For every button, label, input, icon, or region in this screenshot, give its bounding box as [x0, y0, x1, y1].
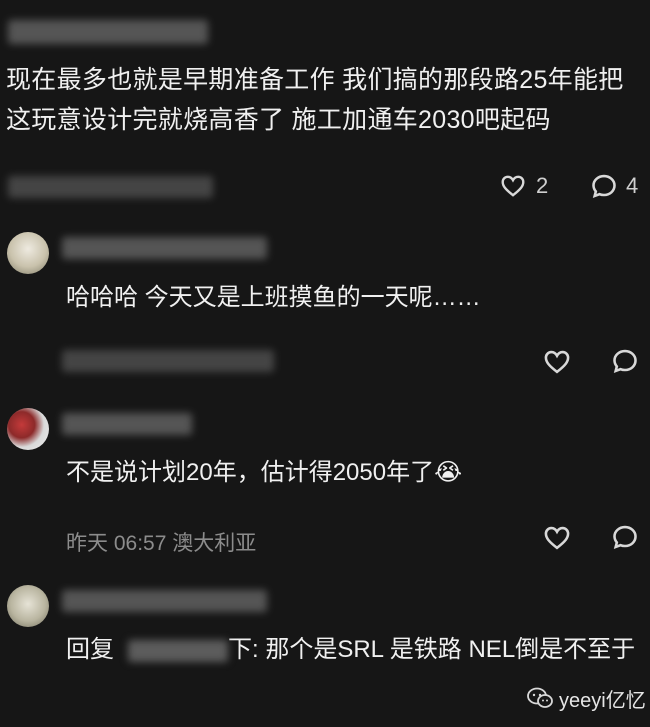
reply-button[interactable]: 4	[590, 170, 645, 202]
like-button[interactable]: 2	[500, 170, 555, 202]
chat-bubble-icon[interactable]	[611, 347, 639, 375]
comment-text: 不是说计划20年，估计得2050年了😭	[66, 456, 462, 490]
reply-target-blurred[interactable]	[128, 639, 228, 662]
reply-target[interactable]: 下:	[228, 636, 259, 663]
heart-icon[interactable]	[543, 524, 571, 552]
comment-text: 回复 下: 那个是SRL 是铁路 NEL倒是不至于	[66, 633, 641, 667]
comment-meta: 昨天 06:57 澳大利亚	[66, 532, 257, 555]
crying-emoji-icon: 😭	[434, 459, 463, 486]
avatar[interactable]	[7, 585, 49, 627]
watermark: yeeyi亿忆	[527, 683, 646, 713]
comment-meta-blurred	[62, 350, 274, 372]
comment-text: 哈哈哈 今天又是上班摸鱼的一天呢……	[66, 284, 481, 311]
like-count: 2	[536, 173, 549, 198]
username-blurred	[62, 237, 267, 259]
comment-body: 那个是SRL 是铁路 NEL倒是不至于	[265, 636, 636, 663]
watermark-label: yeeyi亿忆	[559, 689, 646, 712]
chat-bubble-icon[interactable]	[611, 523, 639, 551]
comment-text: 现在最多也就是早期准备工作 我们搞的那段路25年能把这玩意设计完就烧高香了 施工…	[6, 66, 624, 134]
reply-count: 4	[626, 173, 639, 198]
comment-meta-blurred	[8, 176, 213, 198]
username-blurred	[62, 590, 267, 612]
avatar[interactable]	[7, 408, 49, 450]
heart-icon	[501, 175, 525, 197]
wechat-icon	[527, 687, 553, 708]
avatar[interactable]	[7, 232, 49, 274]
reply-prefix: 回复	[66, 636, 114, 663]
heart-icon[interactable]	[543, 348, 571, 376]
comment-body: 不是说计划20年，估计得2050年了	[66, 459, 435, 486]
chat-bubble-icon	[592, 174, 616, 198]
username-blurred	[8, 20, 208, 44]
username-blurred	[62, 413, 192, 435]
